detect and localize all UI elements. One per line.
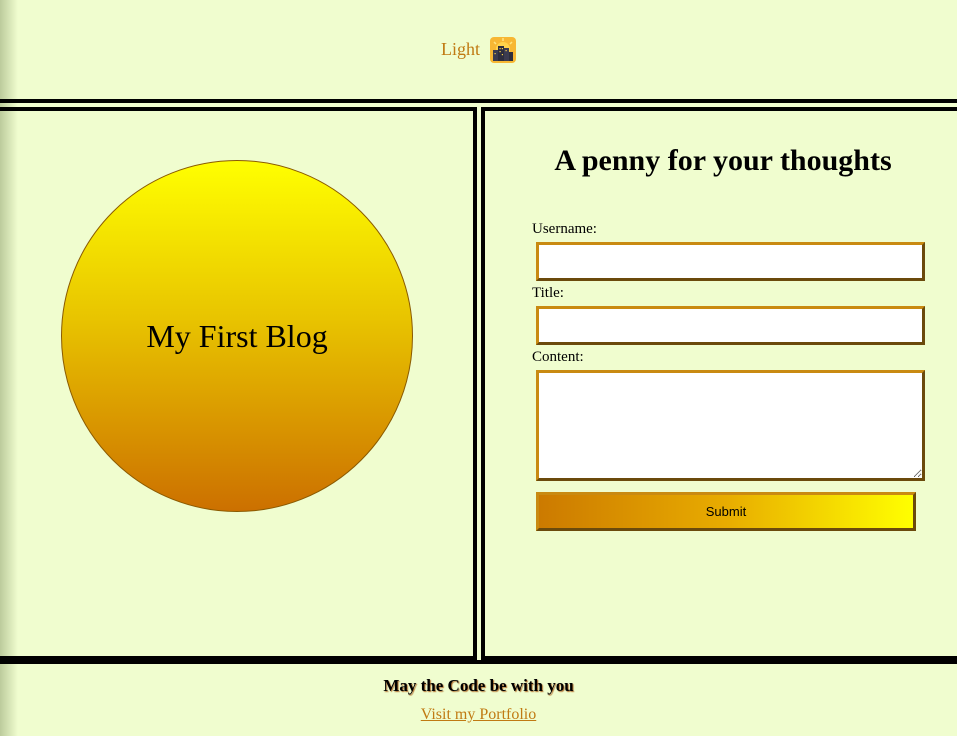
theme-bar: Light: [0, 0, 957, 99]
content-textarea[interactable]: [536, 370, 925, 481]
footer: May the Code be with you Visit my Portfo…: [0, 664, 957, 736]
theme-toggle-label: Light: [441, 39, 480, 59]
portfolio-link[interactable]: Visit my Portfolio: [421, 706, 537, 723]
blog-badge: My First Blog: [61, 160, 413, 512]
username-label: Username:: [532, 221, 597, 237]
content-label: Content:: [532, 349, 584, 365]
header-divider: [0, 99, 957, 103]
blog-title: My First Blog: [146, 317, 328, 354]
form-heading: A penny for your thoughts: [554, 144, 892, 177]
submit-button[interactable]: Submit: [536, 492, 916, 531]
title-label: Title:: [532, 285, 564, 301]
theme-toggle[interactable]: Light: [441, 36, 516, 63]
title-input[interactable]: [536, 306, 925, 345]
sunrise-city-icon: [490, 36, 516, 63]
username-input[interactable]: [536, 242, 925, 281]
footer-tagline: May the Code be with you: [383, 676, 574, 695]
